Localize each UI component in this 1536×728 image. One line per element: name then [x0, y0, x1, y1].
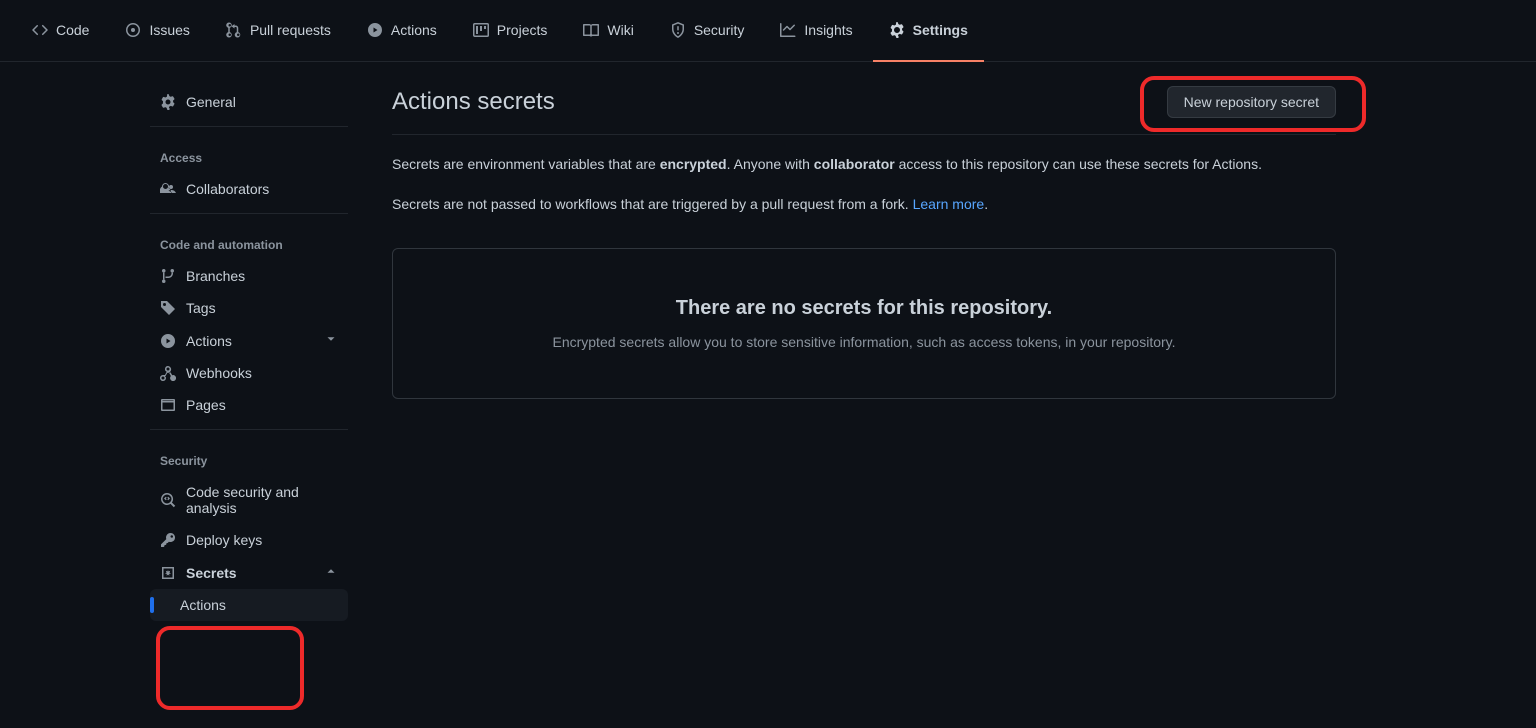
sidebar-item-label: Secrets — [186, 565, 237, 581]
gear-icon — [160, 94, 176, 110]
sidebar-item-secrets[interactable]: Secrets — [150, 556, 348, 589]
sidebar-item-tags[interactable]: Tags — [150, 292, 348, 324]
sidebar-item-label: Code security and analysis — [186, 484, 338, 516]
tab-settings[interactable]: Settings — [873, 0, 984, 62]
tab-label: Pull requests — [250, 22, 331, 38]
browser-icon — [160, 397, 176, 413]
graph-icon — [780, 22, 796, 38]
tab-insights[interactable]: Insights — [764, 0, 868, 62]
key-icon — [160, 532, 176, 548]
tab-label: Insights — [804, 22, 852, 38]
repo-nav: Code Issues Pull requests Actions Projec… — [0, 0, 1536, 62]
book-icon — [583, 22, 599, 38]
tab-label: Actions — [391, 22, 437, 38]
sidebar-item-branches[interactable]: Branches — [150, 260, 348, 292]
tag-icon — [160, 300, 176, 316]
sidebar-item-actions[interactable]: Actions — [150, 324, 348, 357]
webhook-icon — [160, 365, 176, 381]
new-repo-secret-button[interactable]: New repository secret — [1167, 86, 1336, 118]
sidebar-item-collaborators[interactable]: Collaborators — [150, 173, 348, 205]
tab-label: Code — [56, 22, 89, 38]
empty-title: There are no secrets for this repository… — [417, 297, 1311, 320]
empty-subtitle: Encrypted secrets allow you to store sen… — [417, 334, 1311, 350]
pr-icon — [226, 22, 242, 38]
sidebar-item-label: Deploy keys — [186, 532, 262, 548]
tab-label: Projects — [497, 22, 548, 38]
sidebar-item-label: Tags — [186, 300, 216, 316]
play-icon — [367, 22, 383, 38]
sidebar-heading-code: Code and automation — [150, 222, 348, 260]
highlight-secrets — [156, 626, 304, 710]
tab-pulls[interactable]: Pull requests — [210, 0, 347, 62]
settings-sidebar: General Access Collaborators Code and au… — [0, 86, 360, 621]
tab-label: Wiki — [607, 22, 633, 38]
tab-code[interactable]: Code — [16, 0, 105, 62]
gear-icon — [889, 22, 905, 38]
play-icon — [160, 333, 176, 349]
tab-actions[interactable]: Actions — [351, 0, 453, 62]
tab-security[interactable]: Security — [654, 0, 761, 62]
tab-label: Security — [694, 22, 745, 38]
divider — [150, 213, 348, 214]
page-title: Actions secrets — [392, 88, 555, 116]
sidebar-item-label: Actions — [180, 597, 226, 613]
shield-icon — [670, 22, 686, 38]
sidebar-heading-security: Security — [150, 438, 348, 476]
sidebar-item-label: Branches — [186, 268, 245, 284]
description-1: Secrets are environment variables that a… — [392, 153, 1336, 175]
sidebar-item-label: Webhooks — [186, 365, 252, 381]
tab-label: Issues — [149, 22, 189, 38]
sidebar-item-label: General — [186, 94, 236, 110]
sidebar-heading-access: Access — [150, 135, 348, 173]
issue-icon — [125, 22, 141, 38]
sidebar-item-pages[interactable]: Pages — [150, 389, 348, 421]
sidebar-item-label: Actions — [186, 333, 232, 349]
people-icon — [160, 181, 176, 197]
empty-state: There are no secrets for this repository… — [392, 248, 1336, 399]
branch-icon — [160, 268, 176, 284]
learn-more-link[interactable]: Learn more — [913, 196, 985, 212]
tab-projects[interactable]: Projects — [457, 0, 564, 62]
sidebar-item-secrets-actions[interactable]: Actions — [150, 589, 348, 621]
tab-label: Settings — [913, 22, 968, 38]
tab-wiki[interactable]: Wiki — [567, 0, 649, 62]
sidebar-item-deploy-keys[interactable]: Deploy keys — [150, 524, 348, 556]
sidebar-item-code-security[interactable]: Code security and analysis — [150, 476, 348, 524]
description-2: Secrets are not passed to workflows that… — [392, 193, 1336, 215]
chevron-down-icon — [324, 332, 338, 349]
divider — [150, 429, 348, 430]
chevron-up-icon — [324, 564, 338, 581]
asterisk-icon — [160, 565, 176, 581]
divider — [150, 126, 348, 127]
tab-issues[interactable]: Issues — [109, 0, 205, 62]
projects-icon — [473, 22, 489, 38]
main-header: Actions secrets New repository secret — [392, 86, 1336, 135]
sidebar-item-label: Pages — [186, 397, 226, 413]
main-content: Actions secrets New repository secret Se… — [360, 86, 1360, 621]
codescan-icon — [160, 492, 176, 508]
sidebar-item-webhooks[interactable]: Webhooks — [150, 357, 348, 389]
code-icon — [32, 22, 48, 38]
sidebar-item-general[interactable]: General — [150, 86, 348, 118]
sidebar-item-label: Collaborators — [186, 181, 269, 197]
